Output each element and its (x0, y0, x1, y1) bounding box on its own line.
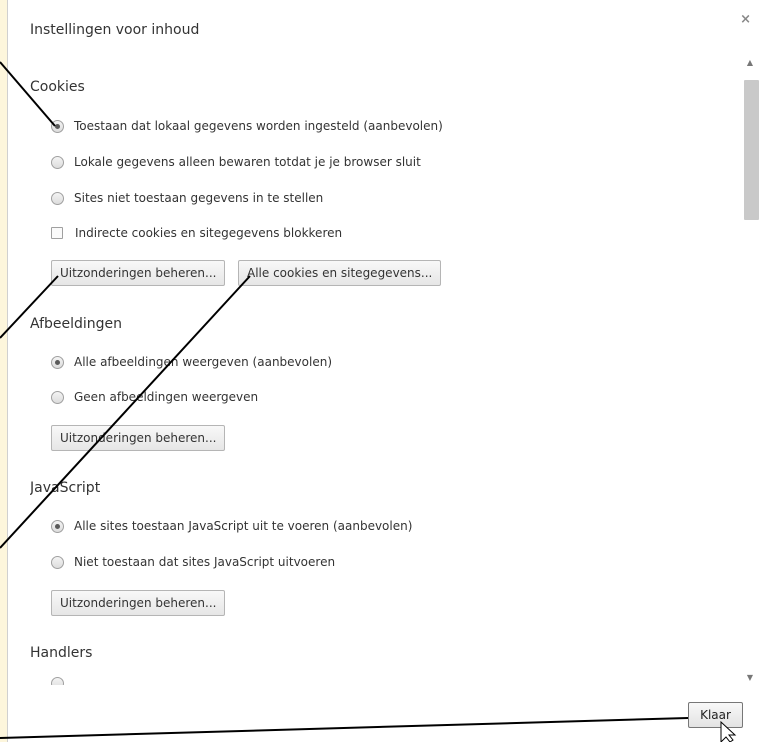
javascript-heading: JavaScript (30, 480, 101, 496)
option-label: Toestaan dat lokaal gegevens worden inge… (74, 119, 443, 133)
javascript-option-block[interactable]: Niet toestaan dat sites JavaScript uitvo… (51, 552, 335, 572)
images-option-show-none[interactable]: Geen afbeeldingen weergeven (51, 387, 258, 407)
option-label: Alle afbeeldingen weergeven (aanbevolen) (74, 355, 332, 369)
javascript-exceptions-button[interactable]: Uitzonderingen beheren... (51, 590, 226, 616)
images-option-show-all[interactable]: Alle afbeeldingen weergeven (aanbevolen) (51, 352, 332, 372)
radio-icon[interactable] (51, 555, 64, 569)
scrollbar[interactable]: ▲ ▼ (740, 58, 762, 682)
radio-icon[interactable] (51, 155, 64, 169)
option-label: Alle sites toestaan JavaScript uit te vo… (74, 519, 413, 533)
radio-selected-icon[interactable] (51, 119, 64, 133)
checkbox-icon[interactable] (51, 227, 63, 239)
third-party-cookies-checkbox[interactable]: Indirecte cookies en sitegegevens blokke… (51, 223, 342, 243)
scrollbar-thumb[interactable] (744, 80, 759, 220)
checkbox-label: Indirecte cookies en sitegegevens blokke… (75, 226, 343, 240)
images-heading: Afbeeldingen (30, 316, 123, 332)
option-label: Sites niet toestaan gegevens in te stell… (74, 191, 324, 205)
done-button[interactable]: Klaar (688, 702, 743, 728)
scroll-up-arrow-icon[interactable]: ▲ (744, 58, 756, 67)
cookies-option-allow[interactable]: Toestaan dat lokaal gegevens worden inge… (51, 116, 443, 136)
option-label: Niet toestaan dat sites JavaScript uitvo… (74, 555, 336, 569)
radio-selected-icon[interactable] (51, 355, 64, 369)
cookies-heading: Cookies (30, 79, 85, 95)
handlers-heading: Handlers (30, 645, 93, 661)
radio-icon[interactable] (51, 677, 64, 685)
images-exceptions-button[interactable]: Uitzonderingen beheren... (51, 425, 226, 451)
all-cookies-button[interactable]: Alle cookies en sitegegevens... (238, 260, 442, 286)
cookies-option-block[interactable]: Sites niet toestaan gegevens in te stell… (51, 188, 323, 208)
content-settings-dialog: Instellingen voor inhoud × Cookies Toest… (7, 0, 772, 742)
option-label: Geen afbeeldingen weergeven (74, 390, 259, 404)
scroll-down-arrow-icon[interactable]: ▼ (744, 673, 756, 682)
option-label: Lokale gegevens alleen bewaren totdat je… (74, 155, 421, 169)
dialog-title: Instellingen voor inhoud (30, 22, 200, 38)
javascript-option-allow[interactable]: Alle sites toestaan JavaScript uit te vo… (51, 516, 412, 536)
cookies-option-session[interactable]: Lokale gegevens alleen bewaren totdat je… (51, 152, 421, 172)
radio-icon[interactable] (51, 191, 64, 205)
handlers-option-partial[interactable] (51, 677, 74, 685)
settings-content: Cookies Toestaan dat lokaal gegevens wor… (30, 55, 730, 685)
radio-icon[interactable] (51, 390, 64, 404)
close-icon[interactable]: × (740, 12, 751, 27)
radio-selected-icon[interactable] (51, 519, 64, 533)
cookies-exceptions-button[interactable]: Uitzonderingen beheren... (51, 260, 226, 286)
